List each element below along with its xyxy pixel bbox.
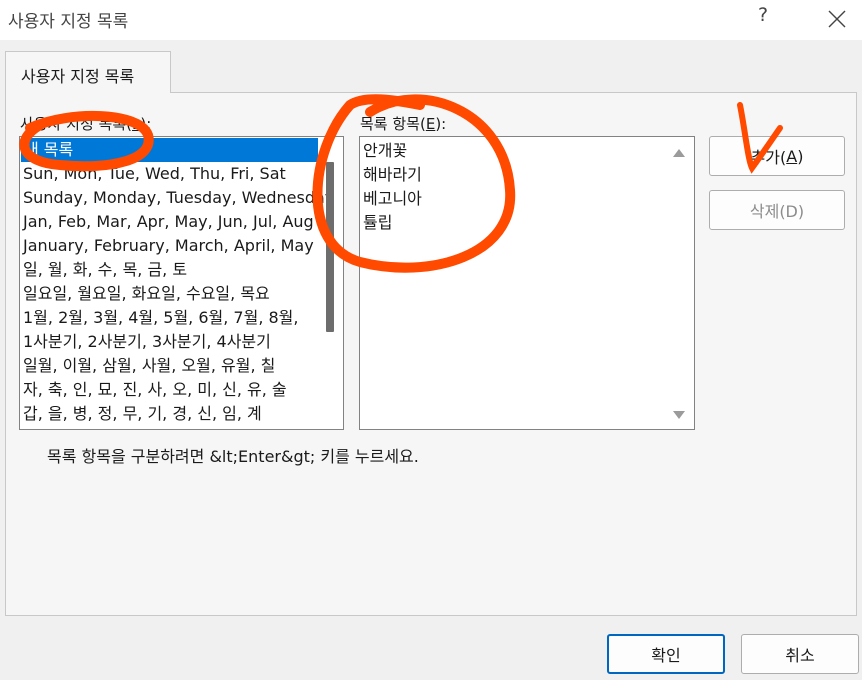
list-item[interactable]: 갑, 을, 병, 정, 무, 기, 경, 신, 임, 계: [23, 402, 262, 426]
entry-line: 해바라기: [363, 165, 422, 184]
list-item[interactable]: 일요일, 월요일, 화요일, 수요일, 목요: [23, 282, 270, 306]
title-bar: 사용자 지정 목록 ?: [0, 0, 862, 40]
hint-text: 목록 항목을 구분하려면 &lt;Enter&gt; 키를 누르세요.: [47, 447, 419, 466]
scroll-up-icon[interactable]: [673, 149, 685, 157]
scroll-down-icon[interactable]: [673, 411, 685, 419]
entry-line: 안개꽃: [363, 141, 408, 160]
help-button[interactable]: ?: [758, 4, 768, 26]
list-item[interactable]: 1월, 2월, 3월, 4월, 5월, 6월, 7월, 8월,: [23, 306, 299, 330]
add-button[interactable]: 추가(A): [709, 136, 845, 176]
list-item[interactable]: Sun, Mon, Tue, Wed, Thu, Fri, Sat: [23, 162, 286, 186]
list-item-selected[interactable]: 새 목록: [21, 138, 318, 162]
list-item[interactable]: Sunday, Monday, Tuesday, Wednesday: [23, 186, 334, 210]
list-item[interactable]: January, February, March, April, May: [23, 234, 314, 258]
tab-custom-lists[interactable]: 사용자 지정 목록: [5, 51, 171, 93]
list-item[interactable]: 자, 축, 인, 묘, 진, 사, 오, 미, 신, 유, 술: [23, 378, 287, 402]
entry-line: 튤립: [363, 213, 393, 232]
list-item[interactable]: 1사분기, 2사분기, 3사분기, 4사분기: [23, 330, 271, 354]
cancel-button[interactable]: 취소: [741, 634, 859, 674]
custom-lists-listbox[interactable]: 새 목록 Sun, Mon, Tue, Wed, Thu, Fri, Sat Sun…: [19, 136, 344, 430]
delete-button[interactable]: 삭제(D): [709, 190, 845, 230]
lists-scrollbar-thumb[interactable]: [326, 162, 334, 332]
custom-lists-label: 사용자 지정 목록(L):: [20, 115, 152, 133]
entry-line: 베고니아: [363, 189, 422, 208]
window-title: 사용자 지정 목록: [8, 12, 129, 32]
close-icon[interactable]: [826, 8, 848, 30]
list-item[interactable]: Jan, Feb, Mar, Apr, May, Jun, Jul, Aug: [23, 210, 314, 234]
list-item[interactable]: 일월, 이월, 삼월, 사월, 오월, 유월, 칠: [23, 354, 275, 378]
tab-label: 사용자 지정 목록: [21, 67, 135, 86]
list-entries-textarea[interactable]: 안개꽃해바라기베고니아튤립: [359, 136, 695, 430]
list-entries-label: 목록 항목(E):: [360, 115, 447, 133]
list-item[interactable]: 일, 월, 화, 수, 목, 금, 토: [23, 258, 187, 282]
ok-button[interactable]: 확인: [607, 634, 725, 674]
